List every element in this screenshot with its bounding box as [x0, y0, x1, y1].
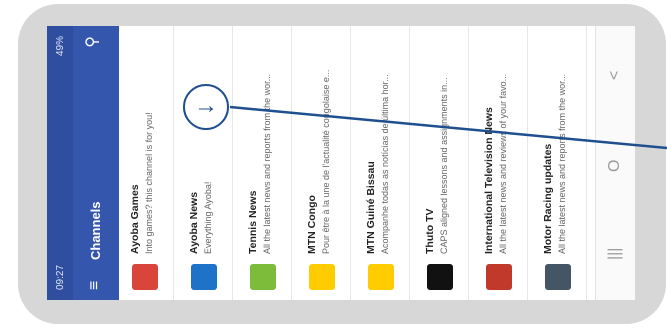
arrow-right-icon: → [183, 84, 229, 130]
figure-frame: 09:27 49% ≡ Channels ⚲ Ayoba Games Into g… [0, 0, 667, 328]
annotation-pointer-line [229, 105, 667, 150]
